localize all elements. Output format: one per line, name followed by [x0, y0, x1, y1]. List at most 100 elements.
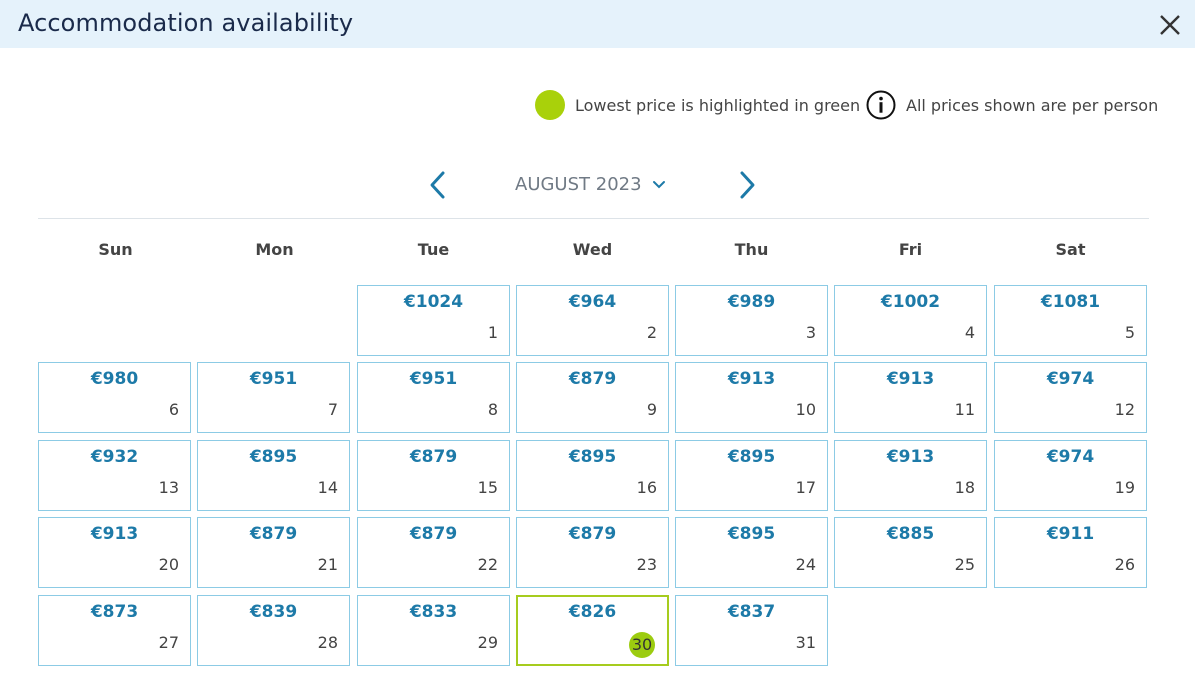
calendar-day[interactable]: €913 11 — [834, 362, 987, 433]
weekday-sat: Sat — [1055, 240, 1086, 259]
calendar-day[interactable]: €911 26 — [994, 517, 1147, 588]
day-price: €974 — [1046, 447, 1095, 467]
day-price: €980 — [90, 369, 139, 389]
day-number: 1 — [487, 323, 498, 342]
day-price: €964 — [568, 292, 617, 312]
day-number: 28 — [317, 633, 338, 652]
calendar-day[interactable]: €879 23 — [516, 517, 669, 588]
calendar-day[interactable]: €873 27 — [38, 595, 191, 666]
day-price: €913 — [727, 369, 776, 389]
day-price: €895 — [249, 447, 298, 467]
day-price: €873 — [90, 602, 139, 622]
calendar-day[interactable]: €989 3 — [675, 285, 828, 356]
calendar-day[interactable]: €974 12 — [994, 362, 1147, 433]
calendar-day[interactable]: €932 13 — [38, 440, 191, 511]
divider — [38, 218, 1149, 219]
calendar-day[interactable]: €895 17 — [675, 440, 828, 511]
calendar-day-lowest[interactable]: €826 30 — [516, 595, 669, 666]
info-icon — [866, 90, 896, 120]
day-price: €879 — [409, 524, 458, 544]
day-price: €839 — [249, 602, 298, 622]
calendar-day[interactable]: €1002 4 — [834, 285, 987, 356]
legend-info-text: All prices shown are per person — [906, 95, 1159, 115]
weekday-wed: Wed — [572, 240, 613, 259]
legend-lowest-price: Lowest price is highlighted in green — [535, 90, 860, 120]
day-price: €879 — [568, 524, 617, 544]
day-number: 20 — [158, 555, 179, 574]
calendar-day[interactable]: €879 9 — [516, 362, 669, 433]
day-number: 25 — [954, 555, 975, 574]
calendar-day[interactable]: €1081 5 — [994, 285, 1147, 356]
chevron-right-icon[interactable] — [732, 169, 762, 201]
day-number: 6 — [168, 400, 179, 419]
day-number: 18 — [954, 478, 975, 497]
calendar-day[interactable]: €885 25 — [834, 517, 987, 588]
day-price: €951 — [249, 369, 298, 389]
calendar-day[interactable]: €879 21 — [197, 517, 350, 588]
calendar-day[interactable]: €895 14 — [197, 440, 350, 511]
day-price: €879 — [249, 524, 298, 544]
calendar-day[interactable]: €913 10 — [675, 362, 828, 433]
calendar-day[interactable]: €895 16 — [516, 440, 669, 511]
day-price: €895 — [568, 447, 617, 467]
legend-per-person: All prices shown are per person — [866, 90, 1158, 120]
day-number: 12 — [1114, 400, 1135, 419]
day-number: 11 — [954, 400, 975, 419]
day-price: €913 — [90, 524, 139, 544]
day-number: 16 — [636, 478, 657, 497]
day-number: 2 — [646, 323, 657, 342]
calendar-day[interactable]: €879 15 — [357, 440, 510, 511]
month-navigation: AUGUST 2023 — [0, 165, 1195, 205]
day-number: 5 — [1124, 323, 1135, 342]
day-number: 7 — [327, 400, 338, 419]
weekday-sun: Sun — [98, 240, 133, 259]
month-selector[interactable]: AUGUST 2023 — [515, 174, 666, 195]
calendar-day[interactable]: €837 31 — [675, 595, 828, 666]
calendar-day[interactable]: €951 7 — [197, 362, 350, 433]
day-price: €895 — [727, 524, 776, 544]
close-icon[interactable] — [1155, 10, 1185, 40]
day-number: 27 — [158, 633, 179, 652]
weekday-tue: Tue — [417, 240, 450, 259]
calendar-day[interactable]: €964 2 — [516, 285, 669, 356]
calendar-day[interactable]: €974 19 — [994, 440, 1147, 511]
calendar-day[interactable]: €833 29 — [357, 595, 510, 666]
day-number: 9 — [646, 400, 657, 419]
modal-header: Accommodation availability — [0, 0, 1195, 48]
weekday-thu: Thu — [734, 240, 769, 259]
day-number: 15 — [477, 478, 498, 497]
calendar-day[interactable]: €879 22 — [357, 517, 510, 588]
day-number: 22 — [477, 555, 498, 574]
day-number: 26 — [1114, 555, 1135, 574]
day-price: €951 — [409, 369, 458, 389]
calendar-day[interactable]: €895 24 — [675, 517, 828, 588]
day-price: €974 — [1046, 369, 1095, 389]
day-price: €833 — [409, 602, 458, 622]
day-price: €932 — [90, 447, 139, 467]
day-number: 24 — [795, 555, 816, 574]
day-price: €837 — [727, 602, 776, 622]
calendar-day[interactable]: €980 6 — [38, 362, 191, 433]
day-number: 30 — [629, 632, 655, 658]
day-number: 4 — [964, 323, 975, 342]
calendar-day[interactable]: €1024 1 — [357, 285, 510, 356]
legend-lowest-text: Lowest price is highlighted in green — [575, 95, 861, 115]
calendar-day[interactable]: €913 20 — [38, 517, 191, 588]
day-price: €989 — [727, 292, 776, 312]
green-dot-icon — [535, 90, 565, 120]
day-price: €913 — [886, 369, 935, 389]
chevron-left-icon[interactable] — [423, 169, 453, 201]
calendar-day[interactable]: €951 8 — [357, 362, 510, 433]
weekday-fri: Fri — [898, 240, 923, 259]
day-price: €1024 — [403, 292, 464, 312]
chevron-down-icon — [652, 180, 665, 188]
day-price: €879 — [568, 369, 617, 389]
day-price: €885 — [886, 524, 935, 544]
day-price: €826 — [568, 602, 617, 622]
day-price: €1002 — [880, 292, 941, 312]
day-price: €911 — [1046, 524, 1095, 544]
day-number: 13 — [158, 478, 179, 497]
calendar-day[interactable]: €913 18 — [834, 440, 987, 511]
modal-title: Accommodation availability — [18, 9, 354, 37]
calendar-day[interactable]: €839 28 — [197, 595, 350, 666]
